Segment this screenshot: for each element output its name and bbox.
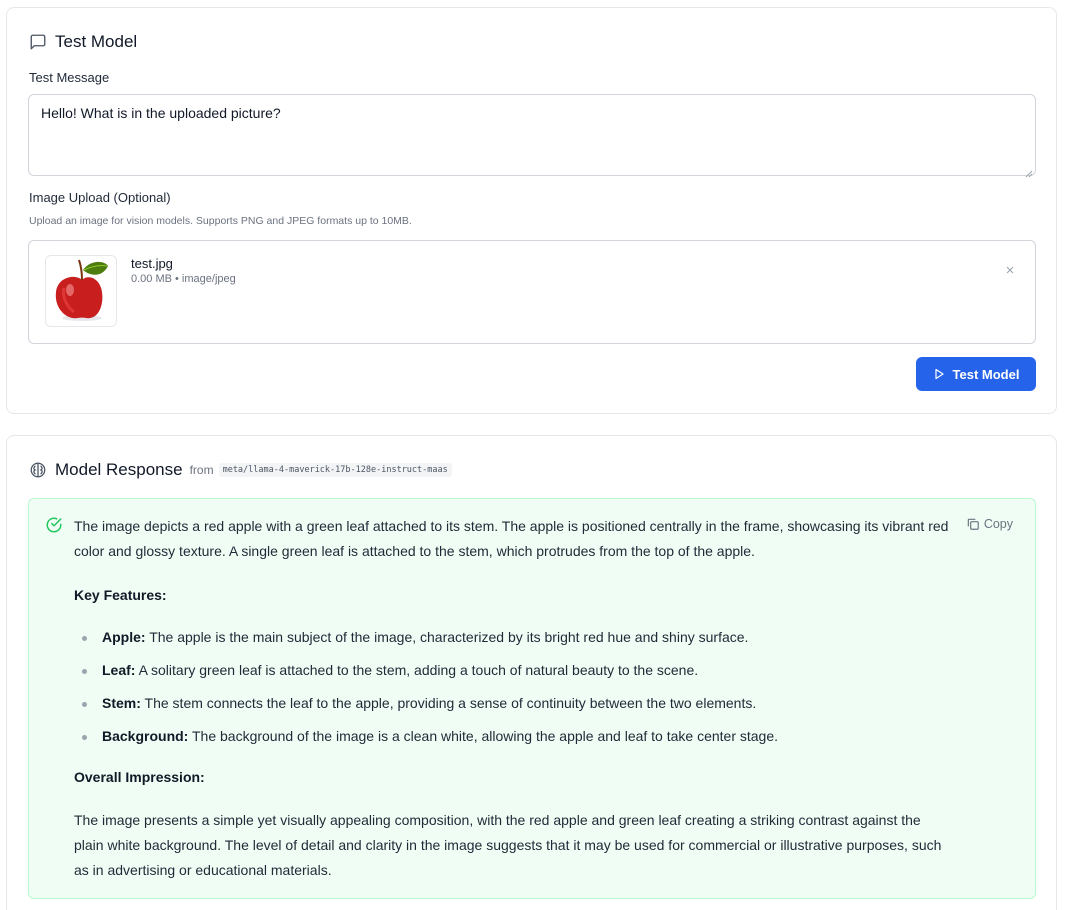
key-features-heading: Key Features: bbox=[74, 587, 167, 603]
image-thumbnail bbox=[45, 255, 117, 327]
response-content-box: Copy The image depicts a red apple with … bbox=[28, 498, 1036, 899]
feature-text: The stem connects the leaf to the apple,… bbox=[140, 695, 757, 711]
bullet-icon bbox=[82, 735, 87, 740]
message-square-icon bbox=[29, 33, 47, 51]
bullet-icon bbox=[82, 636, 87, 641]
list-item: Leaf: A solitary green leaf is attached … bbox=[74, 658, 954, 683]
uploaded-file-box: test.jpg 0.00 MB • image/jpeg × bbox=[28, 240, 1036, 344]
response-intro: The image depicts a red apple with a gre… bbox=[74, 518, 949, 559]
bullet-icon bbox=[82, 669, 87, 674]
brain-icon bbox=[29, 461, 47, 479]
image-upload-label: Image Upload (Optional) bbox=[29, 190, 171, 205]
file-name: test.jpg bbox=[131, 256, 173, 271]
list-item: Background: The background of the image … bbox=[74, 724, 954, 749]
feature-term: Apple: bbox=[102, 629, 146, 645]
test-model-header: Test Model bbox=[29, 32, 137, 52]
model-response-header: Model Response from meta/llama-4-maveric… bbox=[29, 460, 452, 480]
feature-term: Stem: bbox=[102, 695, 141, 711]
overall-impression-text: The image presents a simple yet visually… bbox=[74, 812, 942, 878]
copy-button[interactable]: Copy bbox=[966, 517, 1013, 531]
copy-icon bbox=[966, 517, 980, 531]
bullet-icon bbox=[82, 702, 87, 707]
feature-term: Leaf: bbox=[102, 662, 136, 678]
test-model-card: Test Model Test Message Hello! What is i… bbox=[6, 7, 1057, 414]
feature-text: A solitary green leaf is attached to the… bbox=[135, 662, 699, 678]
features-list: Apple: The apple is the main subject of … bbox=[74, 625, 954, 749]
test-message-label: Test Message bbox=[29, 70, 110, 85]
from-label: from bbox=[189, 463, 214, 477]
feature-text: The apple is the main subject of the ima… bbox=[145, 629, 749, 645]
list-item: Apple: The apple is the main subject of … bbox=[74, 625, 954, 650]
model-id-badge: meta/llama-4-maverick-17b-128e-instruct-… bbox=[218, 463, 452, 477]
test-model-title: Test Model bbox=[55, 32, 138, 51]
remove-file-close-icon[interactable]: × bbox=[1003, 262, 1017, 279]
list-item: Stem: The stem connects the leaf to the … bbox=[74, 691, 954, 716]
test-model-button[interactable]: Test Model bbox=[916, 357, 1036, 391]
image-upload-help: Upload an image for vision models. Suppo… bbox=[29, 215, 412, 227]
resize-handle-icon[interactable] bbox=[1025, 165, 1033, 178]
overall-impression-heading: Overall Impression: bbox=[74, 769, 205, 785]
play-icon bbox=[933, 368, 945, 380]
file-meta: 0.00 MB • image/jpeg bbox=[131, 273, 236, 285]
model-response-card: Model Response from meta/llama-4-maveric… bbox=[6, 435, 1057, 910]
test-message-value: Hello! What is in the uploaded picture? bbox=[41, 105, 281, 121]
test-message-input[interactable]: Hello! What is in the uploaded picture? bbox=[28, 94, 1036, 178]
copy-label: Copy bbox=[983, 517, 1013, 531]
feature-text: The background of the image is a clean w… bbox=[188, 728, 779, 744]
check-circle-icon bbox=[45, 516, 63, 534]
feature-term: Background: bbox=[102, 728, 189, 744]
model-response-title: Model Response bbox=[55, 460, 183, 479]
test-model-button-label: Test Model bbox=[952, 366, 1020, 382]
response-text: The image depicts a red apple with a gre… bbox=[74, 514, 954, 883]
apple-image-icon bbox=[46, 256, 116, 326]
